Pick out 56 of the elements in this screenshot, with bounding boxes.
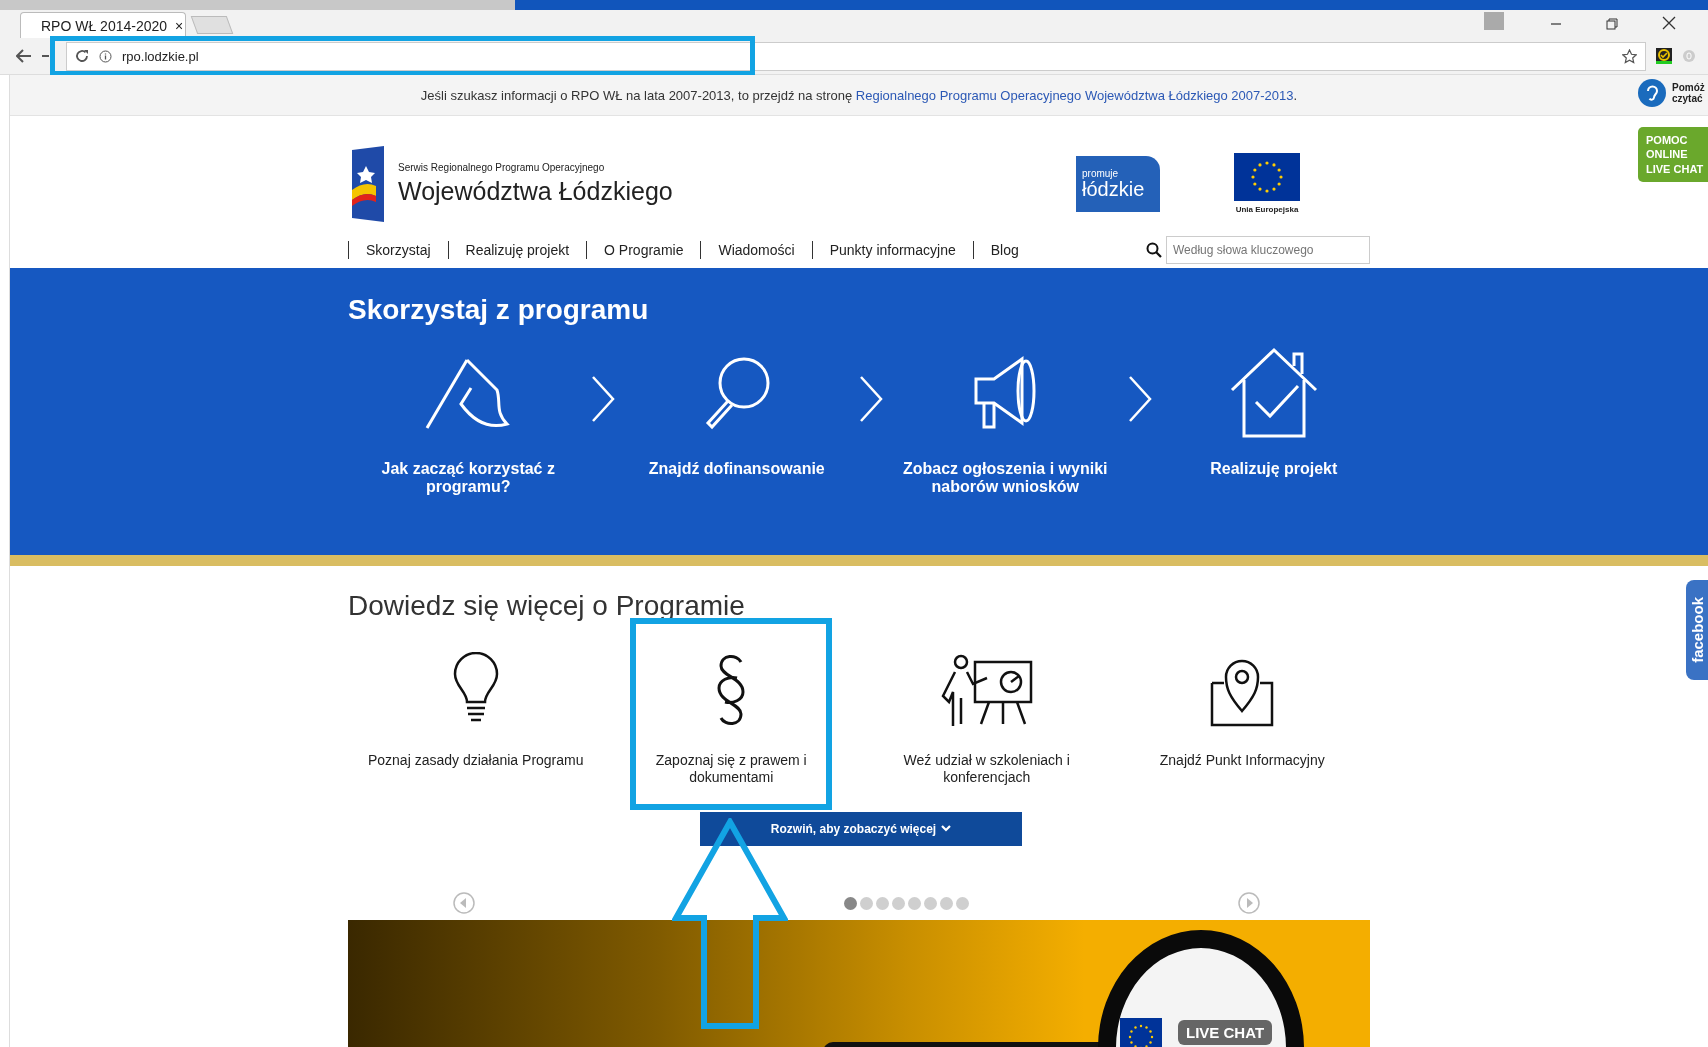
close-icon[interactable] <box>1662 16 1676 30</box>
extension-check-icon[interactable] <box>1656 48 1672 64</box>
nav-link[interactable]: Punkty informacyjne <box>811 240 973 259</box>
back-arrow-icon[interactable] <box>16 49 32 63</box>
chevron-right-icon <box>858 374 884 424</box>
search-field[interactable]: Według słowa kluczowego <box>1166 235 1370 264</box>
eu-flag-icon <box>1234 153 1300 201</box>
nav-link[interactable]: O Programie <box>586 240 701 259</box>
carousel-dot[interactable] <box>908 896 921 910</box>
step-label[interactable]: Jak zacząć korzystać z programu? <box>353 460 584 496</box>
carousel-dot[interactable] <box>860 896 873 910</box>
hero-title: Skorzystaj z programu <box>348 294 650 326</box>
nav-link[interactable]: Realizuję projekt <box>447 240 587 259</box>
search-icon[interactable] <box>1146 241 1162 258</box>
step-label[interactable]: Realizuję projekt <box>1210 460 1338 478</box>
carousel-dot[interactable] <box>940 896 953 910</box>
promo-banner[interactable]: LIVE CHAT <box>348 920 1370 1047</box>
chevron-down-icon <box>941 825 952 833</box>
site-subtitle: Serwis Regionalnego Programu Operacyjnego <box>398 161 606 173</box>
live-chat-badge: LIVE CHAT <box>1178 1020 1273 1045</box>
ear-icon[interactable] <box>1638 79 1666 107</box>
address-field[interactable]: rpo.lodzkie.pl <box>66 41 1646 71</box>
info-icon <box>99 49 112 63</box>
eu-flag-icon <box>1120 1018 1162 1047</box>
next-icon[interactable] <box>1238 892 1260 914</box>
previous-icon[interactable] <box>453 892 475 914</box>
star-icon[interactable] <box>1622 48 1637 64</box>
tab-close-button[interactable]: × <box>175 17 184 34</box>
tab-title: RPO WŁ 2014-2020 <box>41 17 168 34</box>
browser-tab[interactable]: RPO WŁ 2014-2020 × <box>20 12 186 38</box>
facebook-tab[interactable]: facebook <box>1686 580 1708 680</box>
reload-icon[interactable] <box>75 49 89 63</box>
expand-button[interactable]: Rozwiń, aby zobaczyć więcej <box>700 812 1022 846</box>
carousel-dot[interactable] <box>844 896 857 910</box>
carousel-dot[interactable] <box>892 896 905 910</box>
nav-link[interactable]: Skorzystaj <box>348 240 448 259</box>
info-tile[interactable]: Weź udział w szkoleniach i konferencjach <box>861 618 1112 810</box>
step-label[interactable]: Znajdź dofinansowanie <box>648 460 825 478</box>
info-link[interactable]: Regionalnego Programu Operacyjnego Województwa Łódzkiego 2007-2013 <box>855 87 1294 103</box>
restore-icon[interactable] <box>1606 18 1618 30</box>
info-notice: Jeśli szukasz informacji o RPO WŁ na lata 2007-2013, to przejdź na stronę Regionalnego Programu Operacyjnego Województwa Łódzkiego 2007-2013. <box>420 87 1298 103</box>
promo-logo: promuje łódzkie <box>1076 155 1160 212</box>
carousel-dot[interactable] <box>924 896 937 910</box>
nav-link[interactable]: Wiadomości <box>700 240 812 259</box>
step-label[interactable]: Zobacz ogłoszenia i wyniki naborów wniosków <box>890 460 1121 496</box>
highlight-frame[interactable]: Zapoznaj się z prawem i dokumentami <box>630 618 833 810</box>
read-aloud-label[interactable]: Pomóż czytać <box>1672 82 1708 104</box>
carousel-dot[interactable] <box>956 896 969 910</box>
carousel-dot[interactable] <box>876 896 889 910</box>
chevron-right-icon <box>1126 374 1153 424</box>
chevron-right-icon <box>589 374 616 424</box>
site-title: Województwa Łódzkiego <box>398 176 673 206</box>
eu-label: Unia Europejska <box>1235 205 1299 214</box>
url-text: rpo.lodzkie.pl <box>122 48 199 64</box>
nav-link[interactable]: Blog <box>972 240 1036 259</box>
info-tile[interactable]: Znajdź Punkt Informacyjny <box>1117 618 1368 810</box>
